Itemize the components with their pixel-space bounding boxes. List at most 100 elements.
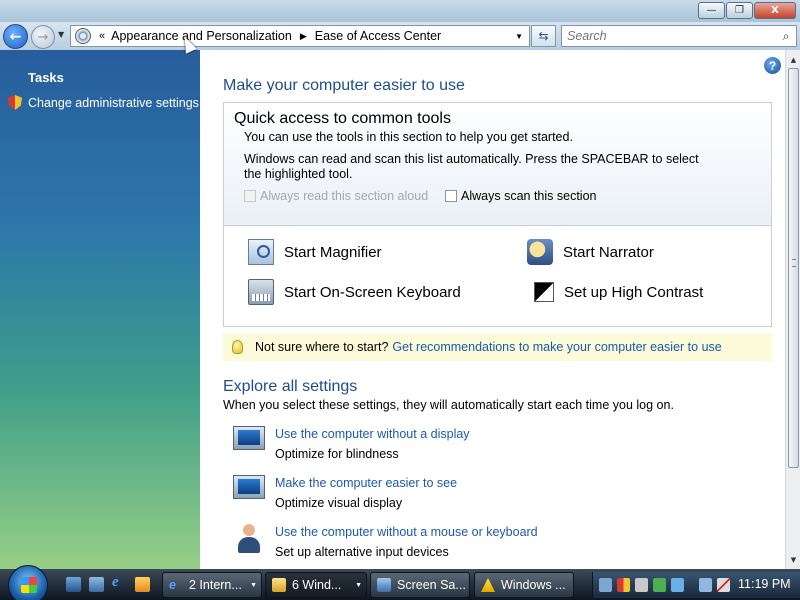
- notification-area: 11:19 PM: [592, 572, 800, 598]
- get-recommendations-link[interactable]: Get recommendations to make your compute…: [392, 340, 721, 354]
- quick-access-header: Quick access to common tools You can use…: [224, 103, 771, 226]
- network-icon[interactable]: [599, 578, 612, 592]
- maximize-button[interactable]: ❐: [726, 2, 753, 19]
- task-label: 6 Wind...: [292, 578, 342, 592]
- vertical-scrollbar[interactable]: ▲ ▼: [785, 50, 800, 569]
- magnifier-icon: [248, 239, 274, 265]
- read-aloud-option: Always read this section aloud: [244, 189, 428, 203]
- device-icon[interactable]: [635, 578, 648, 592]
- search-input[interactable]: [567, 27, 776, 45]
- change-administrative-settings-link[interactable]: Change administrative settings: [8, 95, 199, 110]
- tool-label: Set up High Contrast: [564, 283, 704, 301]
- scroll-up-arrow-icon[interactable]: ▲: [787, 52, 800, 67]
- address-dropdown-icon[interactable]: ▼: [515, 32, 523, 41]
- search-icon[interactable]: ⌕: [776, 29, 796, 44]
- title-bar: — ❐ X: [0, 0, 800, 22]
- read-aloud-label: Always read this section aloud: [260, 189, 429, 203]
- help-icon[interactable]: ?: [764, 57, 781, 74]
- scan-option[interactable]: Always scan this section: [445, 189, 596, 203]
- refresh-button[interactable]: ⇆: [531, 25, 556, 47]
- control-panel-icon: [75, 28, 91, 44]
- show-desktop-icon[interactable]: [66, 577, 81, 592]
- keyboard-icon: [248, 279, 274, 305]
- breadcrumb-separator-icon[interactable]: ▶: [300, 31, 307, 42]
- sidebar-item-label: Change administrative settings: [28, 95, 199, 110]
- quick-access-description: You can use the tools in this section to…: [244, 130, 573, 144]
- monitor-magnifier-icon: [233, 475, 265, 499]
- task-label: Screen Sa...: [397, 578, 466, 592]
- user-icon[interactable]: [671, 578, 684, 592]
- setting-description: Optimize visual display: [275, 496, 403, 510]
- quick-access-scan-description: Windows can read and scan this list auto…: [244, 152, 699, 181]
- set-up-high-contrast-tool[interactable]: Set up High Contrast: [534, 282, 703, 302]
- breadcrumb-ease-of-access-center[interactable]: Ease of Access Center: [315, 29, 441, 43]
- read-aloud-checkbox: [244, 190, 256, 202]
- page-title: Make your computer easier to use: [223, 77, 465, 94]
- recent-pages-dropdown[interactable]: ▼: [58, 30, 64, 39]
- monitor-network-icon[interactable]: [699, 578, 712, 592]
- tasks-heading: Tasks: [28, 70, 64, 85]
- shield-icon: [8, 95, 22, 110]
- narrator-icon: [527, 239, 553, 265]
- folder-icon: [272, 578, 286, 592]
- address-bar[interactable]: « Appearance and Personalization ▶ Ease …: [70, 25, 530, 47]
- quick-access-panel: Quick access to common tools You can use…: [223, 102, 772, 327]
- tip-text: Not sure where to start?: [255, 340, 389, 354]
- breadcrumb-overflow-chevron[interactable]: «: [99, 30, 105, 42]
- media-player-icon[interactable]: [135, 577, 150, 592]
- taskbar: e e 2 Intern... ▼ 6 Wind... ▼ Screen Sa.…: [0, 565, 800, 600]
- taskbar-item-screen-saver[interactable]: Screen Sa...: [370, 572, 470, 598]
- internet-explorer-icon[interactable]: e: [112, 574, 127, 590]
- scroll-down-arrow-icon[interactable]: ▼: [787, 552, 800, 567]
- screen-saver-icon: [377, 578, 391, 592]
- internet-explorer-icon: e: [169, 578, 176, 592]
- navigation-bar: ← → ▼ « Appearance and Personalization ▶…: [0, 22, 800, 50]
- taskbar-item-windows-warning[interactable]: Windows ...: [474, 572, 574, 598]
- search-box[interactable]: ⌕: [561, 25, 797, 47]
- minimize-button[interactable]: —: [698, 2, 725, 19]
- tasks-pane: Tasks Change administrative settings: [0, 50, 200, 569]
- taskbar-item-internet-explorer[interactable]: e 2 Intern... ▼: [162, 572, 262, 598]
- chevron-down-icon: ▼: [355, 581, 362, 589]
- windows-update-icon[interactable]: [653, 578, 666, 592]
- start-narrator-tool[interactable]: Start Narrator: [527, 239, 654, 265]
- chevron-down-icon: ▼: [250, 581, 257, 589]
- explore-settings-title: Explore all settings: [223, 378, 358, 395]
- setting-easier-to-see: Make the computer easier to see Optimize…: [233, 473, 457, 513]
- close-button[interactable]: X: [754, 2, 796, 19]
- security-shield-icon[interactable]: [617, 578, 630, 592]
- breadcrumb-appearance-and-personalization[interactable]: Appearance and Personalization: [111, 29, 292, 43]
- scroll-thumb[interactable]: [788, 68, 799, 468]
- without-mouse-keyboard-link[interactable]: Use the computer without a mouse or keyb…: [275, 522, 538, 542]
- use-without-display-link[interactable]: Use the computer without a display: [275, 424, 470, 444]
- main-content: ? Make your computer easier to use Quick…: [200, 50, 785, 569]
- tool-label: Start Narrator: [563, 243, 654, 261]
- tool-label: Start On-Screen Keyboard: [284, 283, 461, 301]
- volume-muted-icon[interactable]: [717, 578, 730, 592]
- window-controls: — ❐ X: [697, 2, 796, 19]
- easier-to-see-link[interactable]: Make the computer easier to see: [275, 473, 457, 493]
- contrast-icon: [534, 282, 554, 302]
- setting-without-mouse-keyboard: Use the computer without a mouse or keyb…: [233, 522, 538, 562]
- forward-button[interactable]: →: [31, 25, 55, 49]
- switch-windows-icon[interactable]: [89, 577, 104, 592]
- scan-label[interactable]: Always scan this section: [461, 189, 596, 203]
- setting-description: Set up alternative input devices: [275, 545, 449, 559]
- explore-settings-description: When you select these settings, they wil…: [223, 398, 674, 412]
- person-icon: [233, 522, 265, 554]
- start-magnifier-tool[interactable]: Start Magnifier: [248, 239, 382, 265]
- task-label: 2 Intern...: [189, 578, 242, 592]
- setting-description: Optimize for blindness: [275, 447, 399, 461]
- taskbar-item-windows-explorer[interactable]: 6 Wind... ▼: [265, 572, 367, 598]
- grip-icon: [792, 259, 796, 267]
- clock[interactable]: 11:19 PM: [738, 577, 791, 591]
- start-on-screen-keyboard-tool[interactable]: Start On-Screen Keyboard: [248, 279, 461, 305]
- back-button[interactable]: ←: [3, 24, 28, 49]
- task-label: Windows ...: [501, 578, 566, 592]
- monitor-icon: [233, 426, 265, 450]
- scan-checkbox[interactable]: [445, 190, 457, 202]
- lightbulb-icon: [232, 340, 243, 354]
- quick-access-title: Quick access to common tools: [234, 110, 451, 127]
- recommendation-tip: Not sure where to start? Get recommendat…: [223, 333, 772, 361]
- start-button[interactable]: [8, 565, 48, 600]
